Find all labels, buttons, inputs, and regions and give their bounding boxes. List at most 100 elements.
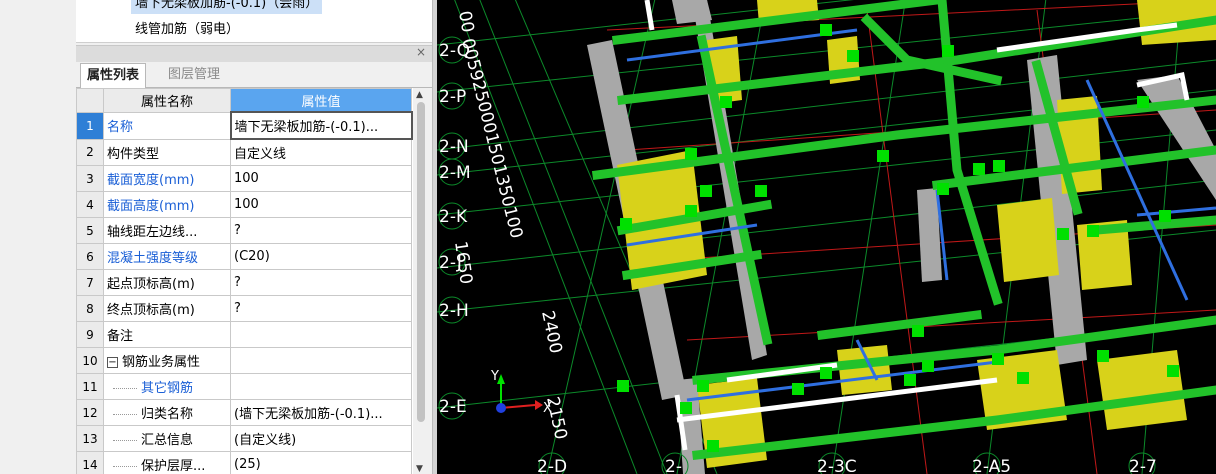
property-tabs: 属性列表 图层管理 [76,62,432,88]
axis-label-2e: 2-E [439,397,467,417]
row-number: 8 [76,295,104,322]
scroll-down-icon[interactable]: ▼ [416,464,423,474]
property-name: 构件类型 [103,138,231,166]
property-group-name: − 钢筋业务属性 [103,347,231,374]
property-name: 起点顶标高(m) [103,269,231,296]
axis-label-2k: 2-K [439,207,468,227]
ucs-y-label: Y [490,369,499,384]
table-row[interactable]: 13 汇总信息 (自定义线) [76,425,412,452]
left-gutter [0,0,76,474]
property-value[interactable]: 墙下无梁板加筋-(-0.1)... [229,111,413,140]
property-name-text: 其它钢筋 [141,381,194,396]
table-row[interactable]: 14 保护层厚... (25) [76,451,412,474]
grid-header-num [76,88,104,113]
table-row[interactable]: 9 备注 [76,321,412,348]
tree-connector [113,439,137,442]
table-row[interactable]: 3 截面宽度(mm) 100 [76,165,412,192]
collapse-icon[interactable]: − [107,357,118,368]
tree-item-conduit-rebar[interactable]: 线管加筋（弱电） [131,20,243,40]
property-name: 归类名称 [103,399,231,426]
property-name: 保护层厚... [103,451,231,474]
row-number: 14 [76,451,104,474]
table-row[interactable]: 12 归类名称 (墙下无梁板加筋-(-0.1)... [76,399,412,426]
axis-label-2-3c: 2-3C [817,457,857,474]
table-row-group[interactable]: 10 − 钢筋业务属性 [76,347,412,374]
property-name: 其它钢筋 [103,373,231,400]
table-row[interactable]: 4 截面高度(mm) 100 [76,191,412,218]
row-number: 1 [76,111,104,140]
table-row[interactable]: 8 终点顶标高(m) ? [76,295,412,322]
axis-label-2m: 2-M [439,163,471,183]
property-name: 截面高度(mm) [103,191,231,218]
3d-viewport[interactable]: 2-Q 2-P 2-N 2-M 2-K 2-J 2-H 2-E 00 00592… [437,0,1216,474]
property-value[interactable]: (C20) [230,243,412,270]
model-canvas[interactable]: 2-Q 2-P 2-N 2-M 2-K 2-J 2-H 2-E 00 00592… [437,0,1216,474]
table-row[interactable]: 7 起点顶标高(m) ? [76,269,412,296]
property-value[interactable]: (25) [230,451,412,474]
tab-property-list[interactable]: 属性列表 [80,63,147,88]
property-name: 名称 [103,111,231,140]
grid-header-name[interactable]: 属性名称 [103,88,231,113]
property-value[interactable]: 自定义线 [230,138,412,166]
axis-label-2-a5: 2-A5 [972,457,1011,474]
row-number: 13 [76,425,104,452]
grid-body: 1 名称 墙下无梁板加筋-(-0.1)... 2 构件类型 自定义线 3 截面宽… [76,111,413,474]
property-value[interactable]: ? [230,295,412,322]
component-tree: 墙下无梁板加筋-(-0.1)（尝雨） 线管加筋（弱电） [76,0,432,43]
property-name: 终点顶标高(m) [103,295,231,322]
axis-label-2d: 2-D [537,457,567,474]
property-value[interactable] [230,321,412,348]
property-name: 汇总信息 [103,425,231,452]
row-number: 11 [76,373,104,400]
axis-label-2n: 2-N [439,137,469,157]
row-number: 3 [76,165,104,192]
grid-scrollbar[interactable]: ▲ ▼ [413,88,429,474]
ucs-gizmo-icon: Y X [490,369,552,416]
row-number: 2 [76,138,104,166]
left-panel: 墙下无梁板加筋-(-0.1)（尝雨） 线管加筋（弱电） × 属性列表 图层管理 … [0,0,432,474]
property-name: 备注 [103,321,231,348]
axis-label-2h: 2-H [439,301,469,321]
row-number: 12 [76,399,104,426]
grid-header-value[interactable]: 属性值 [230,88,412,113]
dim-label-1650: 1650 [450,240,476,286]
tree-item-selected[interactable]: 墙下无梁板加筋-(-0.1)（尝雨） [131,0,323,14]
tree-connector [113,465,137,468]
property-name-text: 归类名称 [141,407,194,422]
dim-label-top: 00 [454,9,477,34]
property-value[interactable] [230,373,412,400]
property-name-text: 汇总信息 [141,433,194,448]
property-name: 轴线距左边线... [103,217,231,244]
close-icon[interactable]: × [416,45,426,59]
axis-label-2p: 2-P [439,87,466,107]
property-value[interactable]: 100 [230,165,412,192]
row-number: 6 [76,243,104,270]
dim-label-2400: 2400 [537,309,566,355]
property-value[interactable]: ? [230,217,412,244]
table-row[interactable]: 5 轴线距左边线... ? [76,217,412,244]
scrollbar-thumb[interactable] [417,102,425,422]
row-number: 7 [76,269,104,296]
tab-layer-management[interactable]: 图层管理 [162,63,226,87]
table-row[interactable]: 2 构件类型 自定义线 [76,138,412,166]
row-number: 5 [76,217,104,244]
property-value[interactable]: 100 [230,191,412,218]
group-label: 钢筋业务属性 [122,355,201,370]
table-row[interactable]: 1 名称 墙下无梁板加筋-(-0.1)... [76,111,413,140]
property-value [230,347,412,374]
property-value[interactable]: (墙下无梁板加筋-(-0.1)... [230,399,412,426]
property-grid: 属性名称 属性值 1 名称 墙下无梁板加筋-(-0.1)... 2 构件类型 自… [76,88,413,474]
ucs-x-label: X [543,401,552,416]
scroll-up-icon[interactable]: ▲ [416,90,423,100]
property-name: 截面宽度(mm) [103,165,231,192]
row-number: 4 [76,191,104,218]
table-row[interactable]: 11 其它钢筋 [76,373,412,400]
property-value[interactable]: ? [230,269,412,296]
tree-connector [113,387,137,390]
property-name: 混凝土强度等级 [103,243,231,270]
axis-label-2-7: 2-7 [1129,457,1157,474]
table-row[interactable]: 6 混凝土强度等级 (C20) [76,243,412,270]
tree-connector [113,413,137,416]
property-value[interactable]: (自定义线) [230,425,412,452]
property-pane-titlebar: × [76,45,432,62]
